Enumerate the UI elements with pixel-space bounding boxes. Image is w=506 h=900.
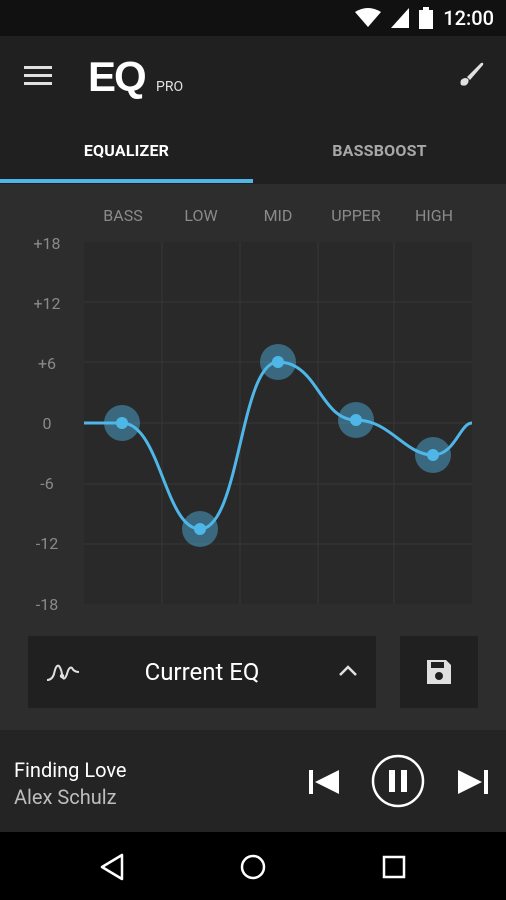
logo-sub-text: PRO <box>156 79 184 95</box>
tab-indicator <box>0 179 253 183</box>
pause-button[interactable] <box>371 754 425 808</box>
save-preset-button[interactable] <box>400 636 478 708</box>
wifi-icon <box>355 8 382 28</box>
status-time: 12:00 <box>443 6 494 30</box>
song-title: Finding Love <box>14 758 127 782</box>
tab-equalizer[interactable]: EQUALIZER <box>0 116 253 184</box>
pause-icon <box>371 754 425 808</box>
logo-text: EQ <box>88 53 147 100</box>
next-icon <box>458 770 488 794</box>
chevron-up-icon <box>338 664 358 678</box>
app-bar: EQ PRO <box>0 36 506 116</box>
preset-selector[interactable]: Current EQ <box>28 636 376 708</box>
save-icon <box>425 658 453 686</box>
recents-icon[interactable] <box>379 852 409 882</box>
status-bar: 12:00 <box>0 0 506 36</box>
eq-handle-bass <box>104 405 140 441</box>
eq-handle-low <box>182 511 218 547</box>
previous-icon <box>309 770 339 794</box>
next-button[interactable] <box>456 767 490 797</box>
eq-handle-upper <box>338 402 374 438</box>
cell-signal-icon <box>391 8 410 28</box>
back-icon[interactable] <box>98 852 128 882</box>
tab-bar: EQUALIZER BASSBOOST <box>0 116 506 184</box>
preset-label: Current EQ <box>144 658 260 686</box>
tab-equalizer-label: EQUALIZER <box>83 140 170 160</box>
menu-icon[interactable] <box>22 62 56 90</box>
eq-handle-mid <box>260 344 296 380</box>
artist-name: Alex Schulz <box>14 785 117 809</box>
tab-bassboost[interactable]: BASSBOOST <box>253 116 506 184</box>
brush-icon[interactable] <box>455 59 487 91</box>
home-icon[interactable] <box>238 852 268 882</box>
tab-bassboost-label: BASSBOOST <box>332 140 427 160</box>
eq-handle-high <box>415 437 451 473</box>
battery-icon <box>419 7 434 29</box>
previous-button[interactable] <box>307 767 341 797</box>
eq-graph <box>0 184 506 630</box>
system-nav-bar <box>0 832 506 900</box>
